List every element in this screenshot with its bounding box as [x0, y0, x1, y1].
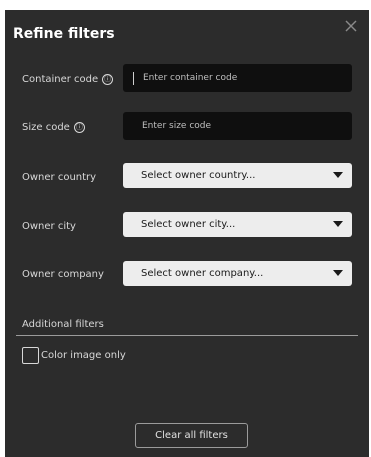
container-code-input[interactable]: Enter container code: [123, 64, 352, 92]
chevron-down-icon: [333, 270, 343, 276]
close-icon[interactable]: [343, 18, 359, 34]
color-image-only-checkbox[interactable]: [22, 347, 39, 364]
size-code-label: Size code: [22, 122, 70, 133]
additional-filters-heading: Additional filters: [22, 319, 104, 330]
owner-city-value: Select owner city...: [141, 219, 236, 230]
owner-company-select[interactable]: Select owner company...: [123, 261, 352, 286]
chevron-down-icon: [333, 221, 343, 227]
size-code-input[interactable]: Enter size code: [123, 112, 352, 140]
panel-title: Refine filters: [13, 26, 115, 42]
color-image-only-row[interactable]: Color image only: [22, 347, 126, 364]
chevron-down-icon: [333, 172, 343, 178]
owner-city-label: Owner city: [22, 221, 76, 232]
divider: [16, 335, 358, 336]
owner-city-select[interactable]: Select owner city...: [123, 212, 352, 237]
container-code-placeholder: Enter container code: [143, 73, 238, 83]
owner-country-value: Select owner country...: [141, 170, 256, 181]
color-image-only-label: Color image only: [41, 350, 126, 361]
size-code-label-row: Size code ⓘ: [22, 122, 85, 133]
size-code-placeholder: Enter size code: [142, 121, 212, 131]
container-code-label-row: Container code ⓘ: [22, 74, 114, 85]
refine-filters-panel: Refine filters Container code ⓘ Enter co…: [5, 10, 369, 457]
owner-company-label: Owner company: [22, 269, 104, 280]
owner-country-label: Owner country: [22, 172, 97, 183]
clear-all-filters-button[interactable]: Clear all filters: [135, 423, 248, 448]
info-icon[interactable]: ⓘ: [102, 74, 114, 85]
info-icon[interactable]: ⓘ: [73, 122, 85, 133]
owner-country-select[interactable]: Select owner country...: [123, 163, 352, 188]
owner-city-label-row: Owner city: [22, 221, 76, 232]
owner-country-label-row: Owner country: [22, 172, 96, 183]
container-code-label: Container code: [22, 74, 99, 85]
text-caret: [133, 71, 134, 85]
owner-company-value: Select owner company...: [141, 268, 264, 279]
owner-company-label-row: Owner company: [22, 269, 104, 280]
